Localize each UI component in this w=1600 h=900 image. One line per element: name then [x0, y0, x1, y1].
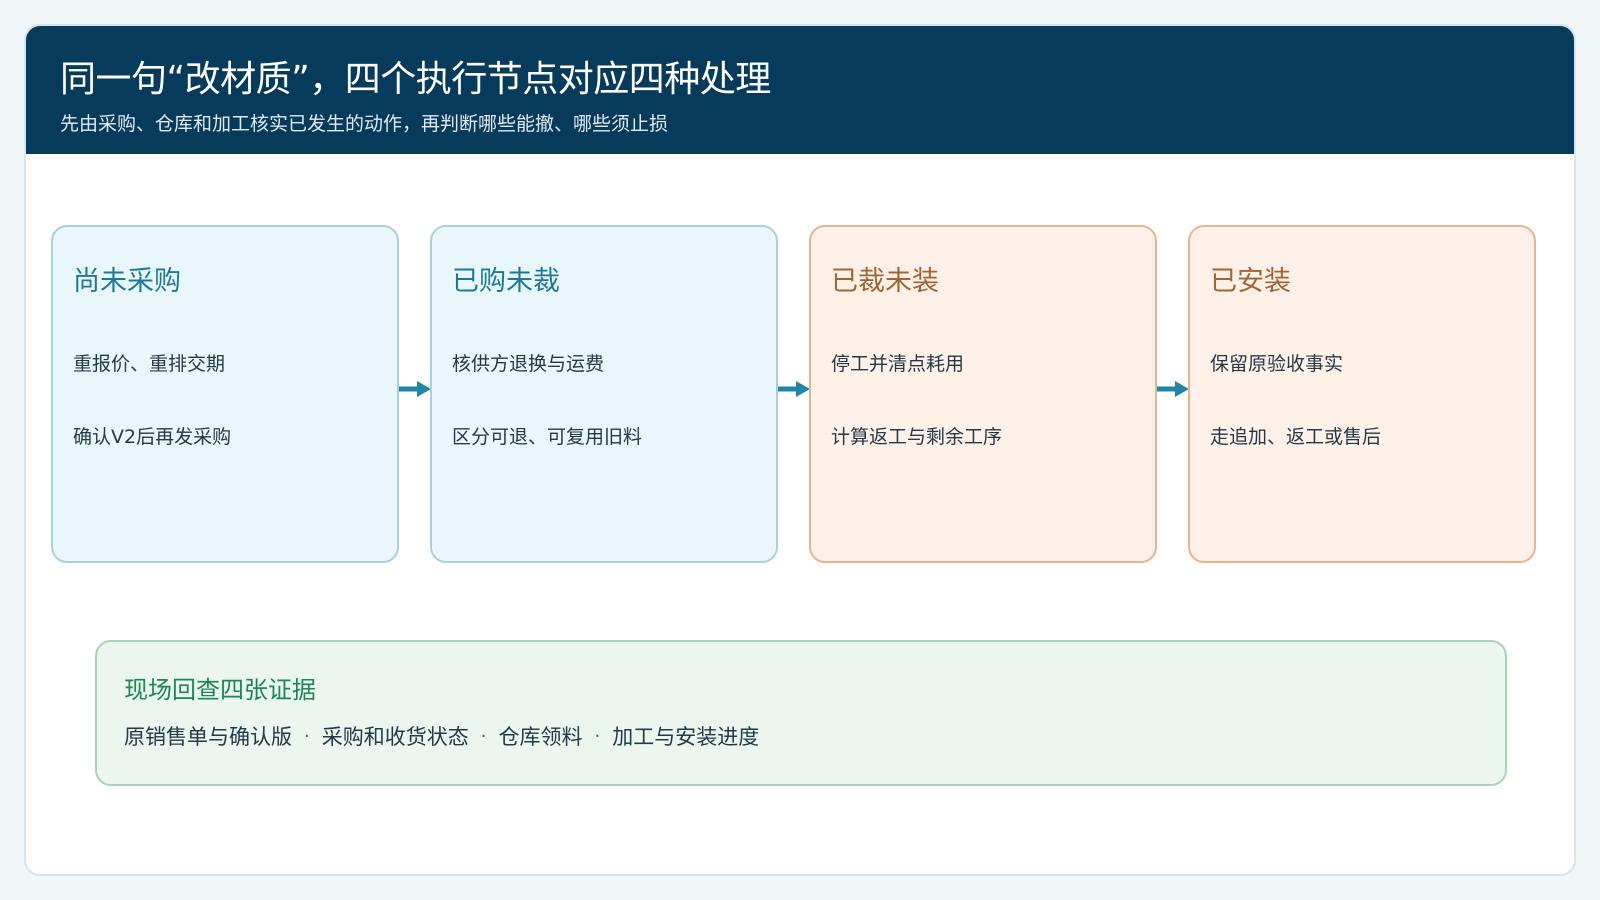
diagram-card: 同一句“改材质”，四个执行节点对应四种处理 先由采购、仓库和加工核实已发生的动作… [24, 24, 1576, 876]
arrow-right-icon [1157, 381, 1189, 397]
stage-card-installed: 已安装 保留原验收事实 走追加、返工或售后 [1188, 225, 1536, 563]
stage-item: 核供方退换与运费 [452, 353, 605, 375]
evidence-item: 加工与安装进度 [612, 725, 760, 749]
page-subtitle: 先由采购、仓库和加工核实已发生的动作，再判断哪些能撤、哪些须止损 [60, 113, 669, 135]
separator-dot: · [304, 725, 310, 747]
evidence-panel: 现场回查四张证据 原销售单与确认版 · 采购和收货状态 · 仓库领料 · 加工与… [95, 640, 1507, 786]
stage-item: 确认V2后再发采购 [73, 426, 232, 448]
arrow-right-icon [399, 381, 431, 397]
stage-title: 已裁未装 [831, 266, 939, 297]
stage-item: 重报价、重排交期 [73, 353, 226, 375]
header-banner: 同一句“改材质”，四个执行节点对应四种处理 先由采购、仓库和加工核实已发生的动作… [26, 26, 1574, 154]
stage-item: 停工并清点耗用 [831, 353, 965, 375]
page-title: 同一句“改材质”，四个执行节点对应四种处理 [60, 59, 771, 100]
stage-title: 已购未裁 [452, 266, 560, 297]
evidence-item: 采购和收货状态 [321, 725, 469, 749]
evidence-item: 仓库领料 [498, 725, 583, 749]
stage-item: 计算返工与剩余工序 [831, 426, 1003, 448]
stage-item: 走追加、返工或售后 [1210, 426, 1382, 448]
stage-title: 尚未采购 [73, 266, 181, 297]
arrow-right-icon [778, 381, 810, 397]
evidence-list: 原销售单与确认版 · 采购和收货状态 · 仓库领料 · 加工与安装进度 [124, 721, 759, 751]
stage-card-not-purchased: 尚未采购 重报价、重排交期 确认V2后再发采购 [51, 225, 399, 563]
stage-item: 保留原验收事实 [1210, 353, 1344, 375]
separator-dot: · [480, 725, 487, 747]
stage-item: 区分可退、可复用旧料 [452, 426, 643, 448]
stage-title: 已安装 [1210, 266, 1291, 297]
stage-card-cut-not-installed: 已裁未装 停工并清点耗用 计算返工与剩余工序 [809, 225, 1157, 563]
evidence-title: 现场回查四张证据 [124, 676, 316, 704]
stage-card-purchased-not-cut: 已购未裁 核供方退换与运费 区分可退、可复用旧料 [430, 225, 778, 563]
evidence-item: 原销售单与确认版 [124, 725, 292, 749]
separator-dot: · [594, 725, 601, 747]
